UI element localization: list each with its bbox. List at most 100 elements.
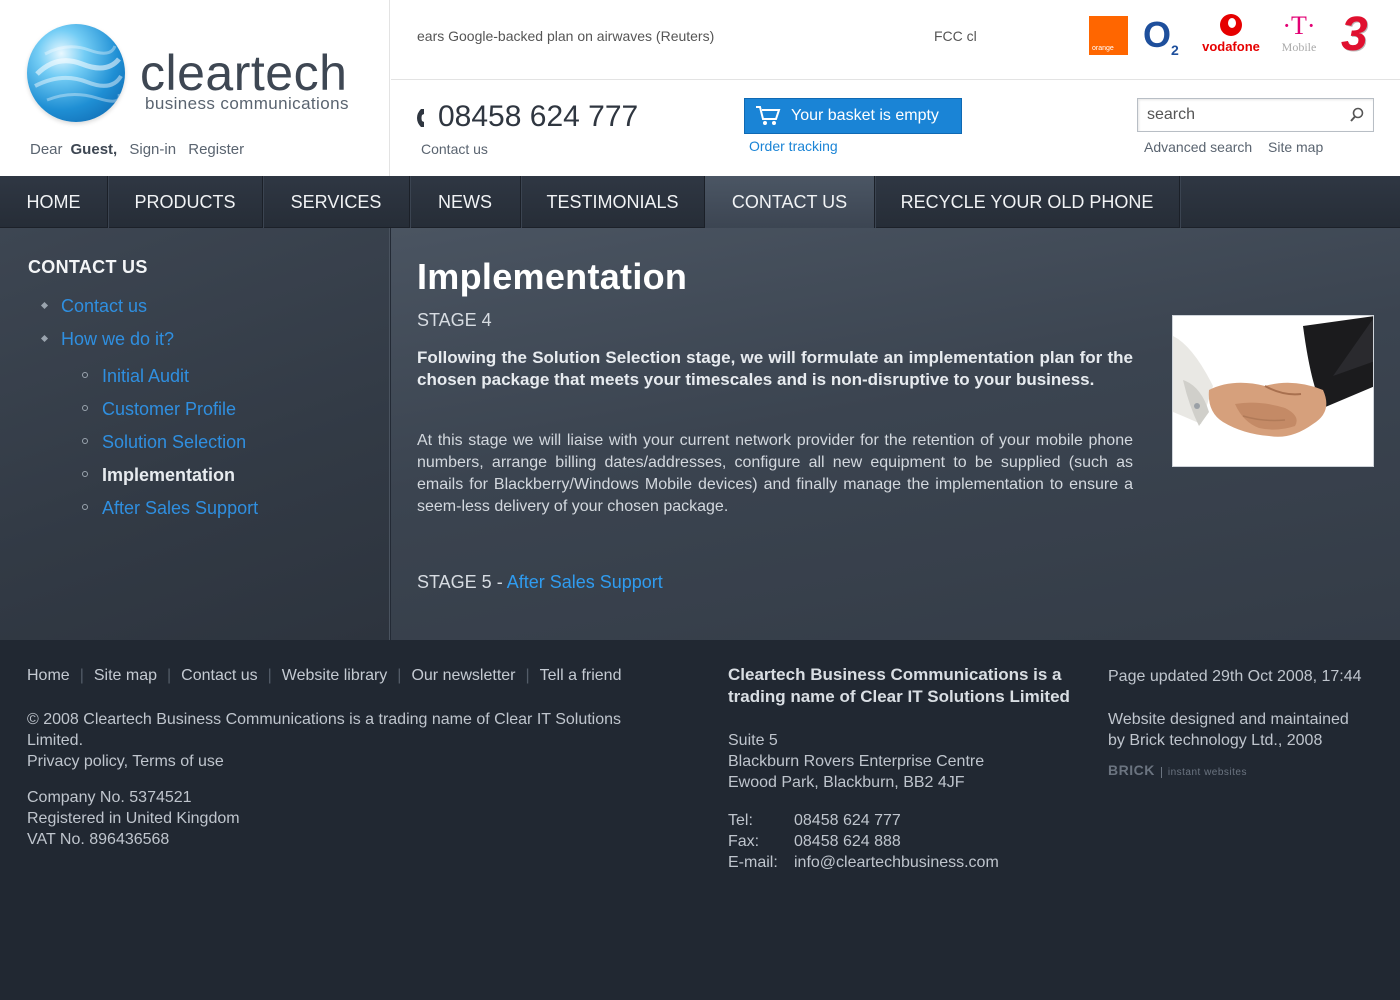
footer-link-contact-us[interactable]: Contact us bbox=[181, 667, 257, 684]
email-row: E-mail: info@cleartechbusiness.com bbox=[728, 854, 999, 872]
sidebar-item-label: How we do it? bbox=[61, 329, 175, 349]
nav-products[interactable]: PRODUCTS bbox=[108, 176, 263, 228]
telephone-row: Tel: 08458 624 777 bbox=[728, 812, 901, 830]
nav-home[interactable]: HOME bbox=[0, 176, 108, 228]
sidebar-item-label: Contact us bbox=[61, 296, 148, 316]
company-registration: Company No. 5374521 Registered in United… bbox=[27, 787, 240, 850]
bullet-icon bbox=[82, 405, 88, 412]
bullet-icon bbox=[40, 334, 49, 342]
news-ticker: ears Google-backed plan on airwaves (Reu… bbox=[391, 0, 1400, 80]
sidebar-item-customer-profile[interactable]: Customer Profile bbox=[82, 399, 236, 420]
contact-us-link[interactable]: Contact us bbox=[421, 141, 488, 157]
fax-value: 08458 624 888 bbox=[794, 833, 901, 850]
footer-link-website-library[interactable]: Website library bbox=[282, 667, 388, 684]
tmobile-logo[interactable]: ·T· Mobile bbox=[1271, 12, 1327, 62]
order-tracking-link[interactable]: Order tracking bbox=[749, 138, 838, 154]
sidebar-item-after-sales-support[interactable]: After Sales Support bbox=[82, 498, 258, 519]
tel-value: 08458 624 777 bbox=[794, 812, 901, 829]
footer-link-newsletter[interactable]: Our newsletter bbox=[411, 667, 515, 684]
handshake-photo bbox=[1172, 315, 1374, 467]
after-sales-support-link[interactable]: After Sales Support bbox=[507, 572, 663, 592]
search-icon[interactable] bbox=[1349, 107, 1365, 123]
brick-tagline: instant websites bbox=[1160, 767, 1247, 778]
tmobile-label: Mobile bbox=[1281, 40, 1317, 54]
designer-line: Website designed and maintained bbox=[1108, 711, 1349, 728]
brick-logo[interactable]: BRICK instant websites bbox=[1108, 762, 1247, 778]
sidebar: CONTACT US Contact us How we do it? Init… bbox=[0, 228, 390, 640]
email-label: E-mail: bbox=[728, 854, 778, 871]
basket-button[interactable]: Your basket is empty bbox=[744, 98, 962, 134]
vodafone-label: vodafone bbox=[1202, 39, 1260, 54]
nav-services[interactable]: SERVICES bbox=[263, 176, 410, 228]
sidebar-item-how-we-do-it[interactable]: How we do it? bbox=[40, 329, 175, 350]
tmobile-t: ·T· bbox=[1282, 11, 1316, 40]
logo-tagline: business communications bbox=[145, 94, 349, 113]
search-input[interactable] bbox=[1138, 99, 1343, 131]
bullet-icon bbox=[82, 504, 88, 511]
footer-separator: | bbox=[525, 667, 530, 684]
o2-subscript: 2 bbox=[1171, 42, 1179, 59]
cleartech-globe-icon[interactable] bbox=[27, 24, 125, 122]
company-heading: Cleartech Business Communications is a t… bbox=[728, 665, 1070, 706]
nav-testimonials[interactable]: TESTIMONIALS bbox=[521, 176, 705, 228]
cart-icon bbox=[756, 106, 781, 125]
policy-links[interactable]: Privacy policy, Terms of use bbox=[27, 751, 687, 772]
three-logo[interactable]: 3 bbox=[1341, 10, 1389, 60]
next-stage-prefix: STAGE 5 - bbox=[417, 572, 507, 592]
sidebar-item-solution-selection[interactable]: Solution Selection bbox=[82, 432, 246, 453]
footer-link-site-map[interactable]: Site map bbox=[94, 667, 157, 684]
sidebar-title: CONTACT US bbox=[28, 257, 148, 277]
nav-contact-us[interactable]: CONTACT US bbox=[705, 176, 875, 228]
vodafone-drop-icon bbox=[1220, 14, 1242, 36]
registered-location: Registered in United Kingdom bbox=[27, 810, 240, 827]
fax-row: Fax: 08458 624 888 bbox=[728, 833, 901, 851]
register-link[interactable]: Register bbox=[188, 141, 244, 158]
footer-separator: | bbox=[397, 667, 402, 684]
site-footer: Home | Site map | Contact us | Website library… bbox=[0, 640, 1400, 1000]
email-value[interactable]: info@cleartechbusiness.com bbox=[794, 854, 999, 871]
sign-in-link[interactable]: Sign-in bbox=[129, 141, 176, 158]
orange-logo[interactable]: orange bbox=[1089, 16, 1128, 55]
copyright-notice: © 2008 Cleartech Business Communications… bbox=[27, 709, 687, 772]
copyright-line: © 2008 Cleartech Business Communications… bbox=[27, 711, 622, 728]
bullet-icon bbox=[82, 438, 88, 445]
logo-wordmark[interactable]: cleartech bbox=[140, 46, 347, 100]
copyright-line: Limited. bbox=[27, 732, 84, 749]
footer-links: Home | Site map | Contact us | Website library… bbox=[27, 667, 621, 685]
address-line: Blackburn Rovers Enterprise Centre bbox=[728, 753, 985, 770]
sidebar-item-label: Solution Selection bbox=[102, 432, 247, 452]
designer-line[interactable]: by Brick technology Ltd., 2008 bbox=[1108, 730, 1349, 751]
nav-recycle-phone[interactable]: RECYCLE YOUR OLD PHONE bbox=[875, 176, 1180, 228]
sidebar-item-label: Customer Profile bbox=[102, 399, 237, 419]
guest-prefix: Dear bbox=[30, 141, 63, 158]
page-updated: Page updated 29th Oct 2008, 17:44 bbox=[1108, 668, 1362, 685]
orange-label: orange bbox=[1092, 45, 1114, 52]
ticker-item[interactable]: FCC cl bbox=[934, 28, 977, 44]
footer-separator: | bbox=[267, 667, 272, 684]
footer-link-tell-a-friend[interactable]: Tell a friend bbox=[540, 667, 622, 684]
site-map-link[interactable]: Site map bbox=[1268, 139, 1323, 155]
nav-news[interactable]: NEWS bbox=[410, 176, 521, 228]
body-paragraph: At this stage we will liaise with your c… bbox=[417, 432, 1133, 515]
sidebar-item-contact-us[interactable]: Contact us bbox=[40, 296, 148, 317]
footer-link-home[interactable]: Home bbox=[27, 667, 70, 684]
phone-icon bbox=[417, 109, 424, 127]
guest-greeting: Dear Guest, Sign-in Register bbox=[30, 141, 252, 158]
ticker-item[interactable]: ears Google-backed plan on airwaves (Reu… bbox=[417, 28, 714, 44]
sidebar-item-label: Initial Audit bbox=[102, 366, 190, 386]
o2-logo[interactable]: O2 bbox=[1143, 14, 1187, 58]
advanced-search-link[interactable]: Advanced search bbox=[1144, 139, 1252, 155]
bullet-icon bbox=[82, 372, 88, 379]
guest-name: Guest, bbox=[70, 141, 118, 158]
company-number: Company No. 5374521 bbox=[27, 789, 192, 806]
main-content: Implementation STAGE 4 Following the Sol… bbox=[391, 228, 1400, 640]
o2-letter: O bbox=[1143, 14, 1172, 55]
sidebar-item-initial-audit[interactable]: Initial Audit bbox=[82, 366, 189, 387]
sidebar-item-implementation[interactable]: Implementation bbox=[82, 465, 235, 486]
logo-area: cleartech business communications Dear Gu… bbox=[0, 0, 390, 176]
fax-label: Fax: bbox=[728, 833, 760, 850]
search-box bbox=[1137, 98, 1374, 132]
site-header: cleartech business communications Dear Gu… bbox=[0, 0, 1400, 176]
designer-credit: Website designed and maintained by Brick… bbox=[1108, 709, 1349, 751]
vodafone-logo[interactable]: vodafone bbox=[1197, 14, 1265, 64]
